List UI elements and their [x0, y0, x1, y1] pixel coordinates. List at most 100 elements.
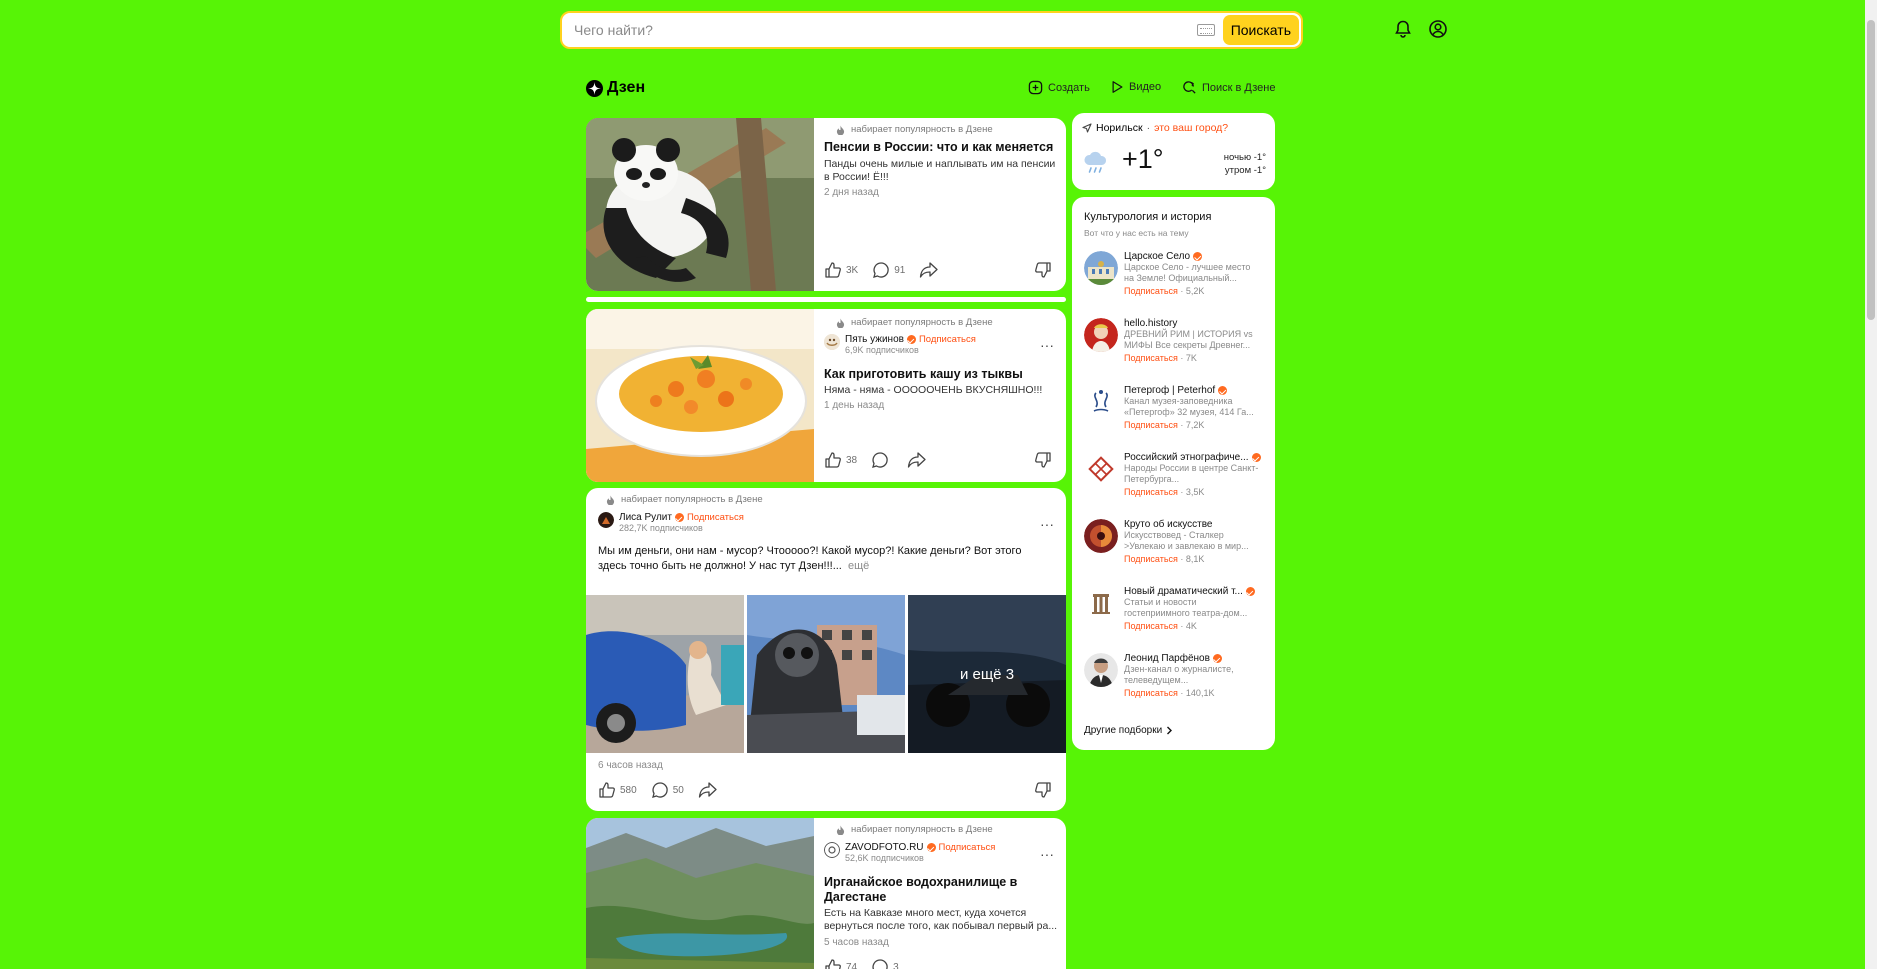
card-description: Няма - няма - ОООООЧЕНЬ ВКУСНЯШНО!!!: [824, 384, 1043, 396]
author-avatar: [598, 512, 614, 528]
create-button[interactable]: Создать: [1028, 80, 1090, 95]
comment-button[interactable]: 91: [872, 261, 905, 279]
channel-description: Искусствовед - Сталкер >Увлекаю и завлек…: [1124, 530, 1249, 551]
popularity-text: набирает популярность в Дзене: [851, 124, 993, 135]
keyboard-icon[interactable]: [1196, 24, 1215, 36]
channel-item[interactable]: Новый драматический т... Статьи и новост…: [1084, 586, 1269, 631]
share-button[interactable]: [919, 261, 939, 279]
thumbs-down-icon[interactable]: [1034, 451, 1052, 469]
topic-title[interactable]: Культурология и история: [1084, 211, 1211, 223]
channel-item[interactable]: Круто об искусстве Искусствовед - Сталке…: [1084, 519, 1269, 564]
card-author[interactable]: Пять ужинов Подписаться 6,9K подписчиков: [824, 334, 976, 355]
search-refresh-icon: [1183, 81, 1196, 94]
video-button[interactable]: Видео: [1111, 80, 1161, 94]
user-icon[interactable]: [1428, 19, 1448, 39]
card-actions: 38: [824, 451, 935, 469]
like-button[interactable]: 3K: [824, 261, 858, 279]
fire-icon: [836, 825, 845, 835]
feed-card-3[interactable]: набирает популярность в Дзене Лиса Рулит…: [586, 488, 1066, 811]
post-photo-1[interactable]: [586, 595, 744, 753]
subscribe-button[interactable]: Подписаться: [1124, 353, 1178, 363]
read-more-link[interactable]: ещё: [848, 560, 869, 572]
search-button[interactable]: Поискать: [1222, 15, 1299, 45]
comment-button[interactable]: 50: [651, 781, 684, 799]
author-subscribers: 52,6K подписчиков: [845, 853, 924, 863]
thumbs-up-icon: [599, 782, 615, 798]
channel-name[interactable]: Круто об искусстве: [1124, 519, 1212, 530]
card-thumbnail-panda[interactable]: [586, 118, 814, 291]
post-photo-3[interactable]: и ещё 3: [908, 595, 1066, 753]
channel-item[interactable]: Царское Село Царское Село - лучшее место…: [1084, 251, 1269, 296]
card-thumbnail-porridge[interactable]: [586, 309, 814, 482]
more-photos-label[interactable]: и ещё 3: [908, 595, 1066, 753]
card-thumbnail-reservoir[interactable]: [586, 818, 814, 969]
feed-card-2[interactable]: набирает популярность в Дзене Пять ужино…: [586, 309, 1066, 482]
channel-name[interactable]: Леонид Парфёнов: [1124, 653, 1210, 664]
feed-card-4[interactable]: набирает популярность в Дзене ZAVODFOTO.…: [586, 818, 1066, 969]
post-photo-2[interactable]: [747, 595, 905, 753]
comment-count: 91: [894, 264, 906, 276]
fire-icon: [836, 125, 845, 135]
like-button[interactable]: 580: [598, 781, 637, 799]
card-author[interactable]: ZAVODFOTO.RU Подписаться 52,6K подписчико…: [824, 842, 995, 863]
more-options-icon[interactable]: ···: [1040, 847, 1054, 861]
search-input[interactable]: [562, 13, 1197, 47]
more-options-icon[interactable]: ···: [1040, 338, 1054, 352]
card-actions: 3K 91: [824, 261, 947, 279]
comment-button[interactable]: 3: [871, 958, 899, 969]
channel-description: Царское Село - лучшее место на Земле! Оф…: [1124, 262, 1251, 283]
share-button[interactable]: [907, 451, 927, 469]
subscribe-button[interactable]: Подписаться: [1124, 554, 1178, 564]
scrollbar-thumb[interactable]: [1867, 20, 1875, 320]
scrollbar[interactable]: [1865, 0, 1877, 969]
channel-name[interactable]: Царское Село: [1124, 251, 1190, 262]
share-button[interactable]: [698, 781, 718, 799]
channel-item[interactable]: Российский этнографиче... Народы России …: [1084, 452, 1269, 497]
thumbs-down-icon[interactable]: [1034, 781, 1052, 799]
thumbs-down-icon[interactable]: [1034, 261, 1052, 279]
channel-item[interactable]: hello.history ДРЕВНИЙ РИМ | ИСТОРИЯ vs М…: [1084, 318, 1269, 363]
bell-icon[interactable]: [1393, 19, 1413, 39]
channel-description: Дзен-канал о журналисте, телеведущем...: [1124, 664, 1234, 685]
comment-button[interactable]: [871, 451, 893, 469]
channel-item[interactable]: Петергоф | Peterhof Канал музея-заповедн…: [1084, 385, 1269, 430]
like-button[interactable]: 38: [824, 451, 857, 469]
subscribe-button[interactable]: Подписаться: [687, 512, 744, 523]
like-button[interactable]: 74: [824, 958, 857, 969]
subscribe-button[interactable]: Подписаться: [1124, 688, 1178, 698]
weather-widget[interactable]: Норильск · это ваш город? +1° ночью -1° …: [1072, 113, 1275, 190]
more-options-icon[interactable]: ···: [1040, 517, 1054, 531]
channel-name[interactable]: hello.history: [1124, 318, 1177, 329]
channel-subs-count: 4K: [1185, 621, 1197, 631]
dzen-logo[interactable]: Дзен: [586, 79, 645, 97]
channel-avatar: [1084, 318, 1118, 352]
author-name[interactable]: ZAVODFOTO.RU: [845, 842, 924, 853]
dzen-search-label: Поиск в Дзене: [1202, 81, 1276, 94]
channel-name[interactable]: Российский этнографиче...: [1124, 452, 1249, 463]
channel-name[interactable]: Петергоф | Peterhof: [1124, 385, 1215, 396]
subscribe-button[interactable]: Подписаться: [919, 334, 976, 345]
other-collections-link[interactable]: Другие подборки: [1084, 725, 1173, 736]
author-name[interactable]: Пять ужинов: [845, 334, 904, 345]
subscribe-button[interactable]: Подписаться: [939, 842, 996, 853]
channel-item[interactable]: Леонид Парфёнов Дзен-канал о журналисте,…: [1084, 653, 1269, 698]
channel-name[interactable]: Новый драматический т...: [1124, 586, 1243, 597]
author-name[interactable]: Лиса Рулит: [619, 512, 672, 523]
verified-icon: [1218, 386, 1228, 395]
like-count: 580: [620, 784, 637, 796]
card-title[interactable]: Ирганайское водохранилище в Дагестане: [824, 875, 1024, 905]
card-title[interactable]: Пенсии в России: что и как меняется: [824, 140, 1059, 155]
city-question-link[interactable]: это ваш город?: [1154, 122, 1228, 134]
thumbs-up-icon: [825, 262, 841, 278]
subscribe-button[interactable]: Подписаться: [1124, 286, 1178, 296]
card-author[interactable]: Лиса Рулит Подписаться 282,7K подписчиков: [598, 512, 744, 533]
channel-avatar: [1084, 653, 1118, 687]
comment-count: 50: [672, 784, 684, 796]
feed-card-1[interactable]: набирает популярность в Дзене Пенсии в Р…: [586, 118, 1066, 291]
dzen-search-button[interactable]: Поиск в Дзене: [1182, 80, 1275, 95]
other-collections-label: Другие подборки: [1084, 725, 1163, 736]
subscribe-button[interactable]: Подписаться: [1124, 621, 1178, 631]
subscribe-button[interactable]: Подписаться: [1124, 420, 1178, 430]
card-title[interactable]: Как приготовить кашу из тыквы: [824, 367, 1059, 382]
subscribe-button[interactable]: Подписаться: [1124, 487, 1178, 497]
